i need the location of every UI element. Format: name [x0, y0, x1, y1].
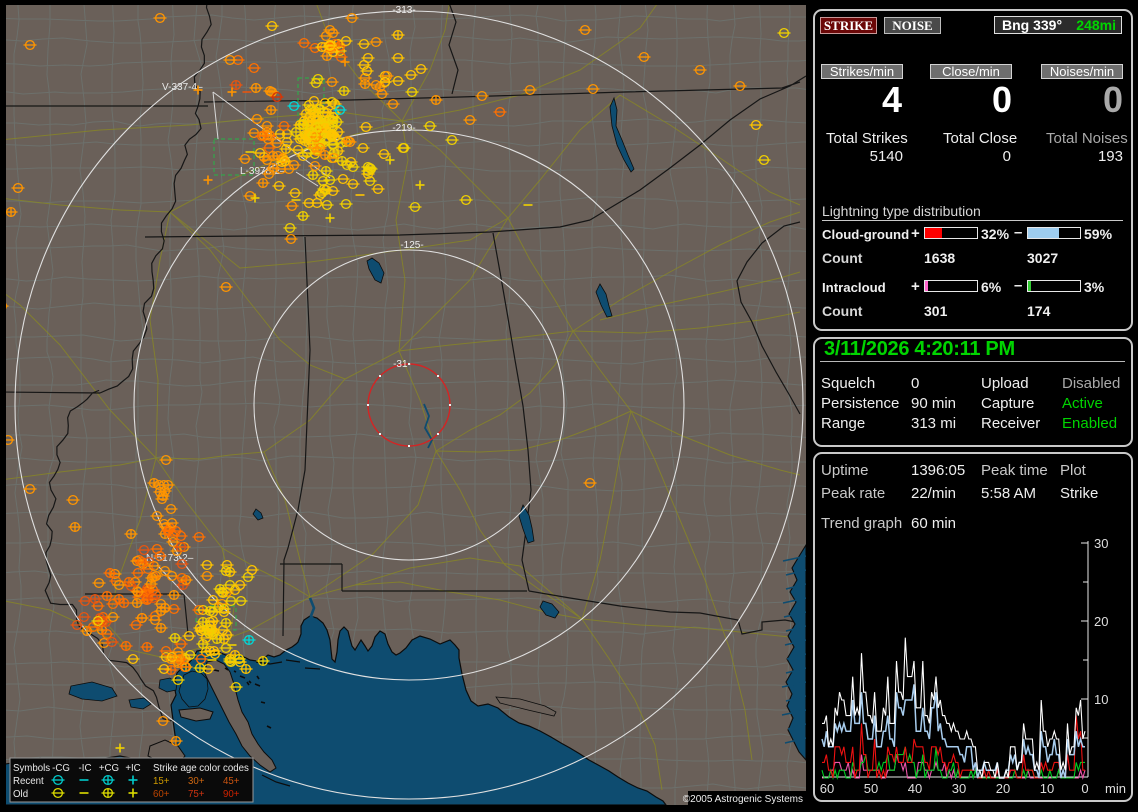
svg-text:75+: 75+ — [188, 789, 205, 800]
svg-text:30: 30 — [952, 781, 966, 796]
svg-text:20: 20 — [1094, 614, 1108, 629]
svg-text:90+: 90+ — [223, 789, 240, 800]
svg-text:50: 50 — [864, 781, 878, 796]
svg-text:15+: 15+ — [153, 776, 170, 787]
svg-text:45+: 45+ — [223, 776, 240, 787]
svg-text:min: min — [1105, 781, 1126, 796]
svg-text:40: 40 — [908, 781, 922, 796]
svg-text:-IC: -IC — [79, 763, 92, 774]
svg-text:V-337-4–: V-337-4– — [162, 82, 203, 93]
svg-text:0: 0 — [1081, 781, 1088, 796]
svg-text:+CG: +CG — [99, 763, 119, 774]
svg-text:Strike age color codes: Strike age color codes — [153, 763, 249, 774]
svg-text:-31-: -31- — [393, 359, 411, 370]
svg-text:60+: 60+ — [153, 789, 170, 800]
svg-text:10: 10 — [1094, 692, 1108, 707]
svg-text:60: 60 — [820, 781, 834, 796]
svg-text:30+: 30+ — [188, 776, 205, 787]
svg-text:-CG: -CG — [52, 763, 70, 774]
svg-text:Old: Old — [13, 789, 28, 800]
svg-text:Symbols: Symbols — [13, 763, 50, 774]
svg-text:20: 20 — [996, 781, 1010, 796]
svg-text:-125-: -125- — [400, 240, 423, 251]
svg-text:-219-: -219- — [392, 123, 415, 134]
svg-text:Recent: Recent — [13, 776, 44, 787]
svg-text:30: 30 — [1094, 536, 1108, 551]
svg-text:-313-: -313- — [392, 5, 415, 16]
svg-text:©2005 Astrogenic Systems: ©2005 Astrogenic Systems — [683, 794, 803, 805]
svg-text:10: 10 — [1040, 781, 1054, 796]
svg-text:+IC: +IC — [125, 763, 140, 774]
